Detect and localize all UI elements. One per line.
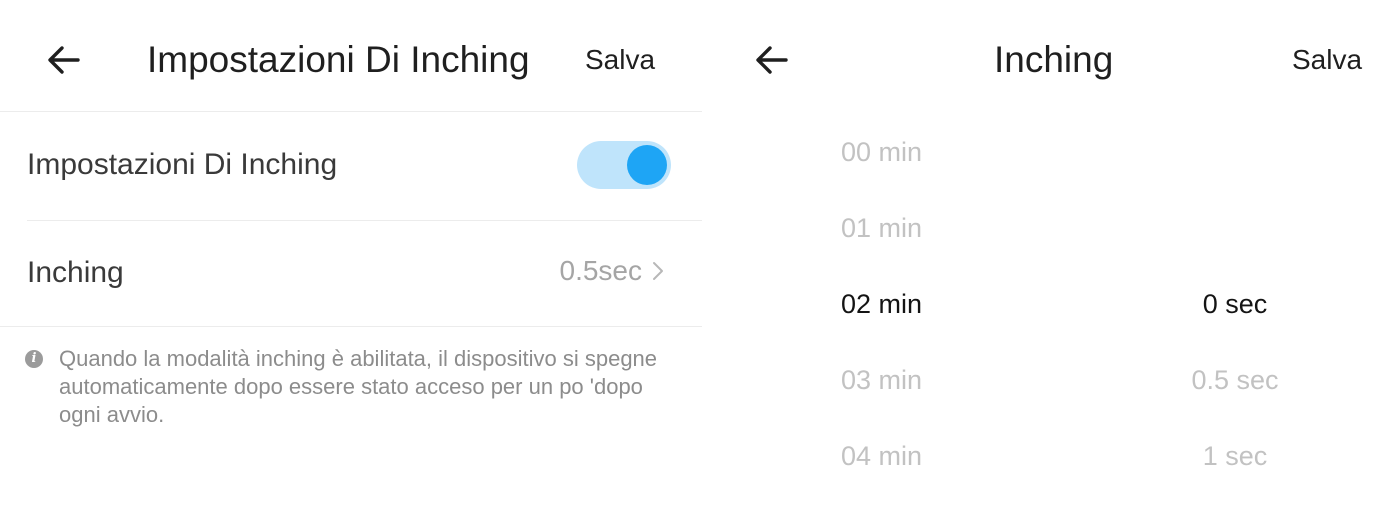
page-title: Inching — [994, 39, 1114, 80]
toggle-knob — [627, 145, 667, 185]
seconds-option[interactable]: 1 sec — [1145, 441, 1325, 472]
inching-settings-screen: Impostazioni Di Inching Salva Impostazio… — [0, 0, 702, 518]
header-divider — [0, 111, 702, 112]
inching-time-picker-screen: Inching Salva 00 min 01 min 02 min 03 mi… — [702, 0, 1400, 518]
inching-toggle-switch[interactable] — [577, 141, 671, 189]
chevron-right-icon — [652, 260, 664, 282]
inching-row-label: Inching — [27, 256, 124, 289]
back-arrow-icon[interactable] — [44, 40, 84, 80]
minutes-option[interactable]: 01 min — [841, 213, 922, 244]
back-arrow-icon[interactable] — [752, 40, 792, 80]
seconds-option-selected[interactable]: 0 sec — [1145, 289, 1325, 320]
seconds-option[interactable]: 0.5 sec — [1145, 365, 1325, 396]
inching-duration-row[interactable]: 0.5sec — [560, 255, 665, 287]
minutes-option[interactable]: 04 min — [841, 441, 922, 472]
save-button[interactable]: Salva — [585, 30, 655, 90]
minutes-option[interactable]: 03 min — [841, 365, 922, 396]
save-button[interactable]: Salva — [1292, 30, 1362, 90]
info-icon: i — [25, 350, 43, 368]
minutes-option-selected[interactable]: 02 min — [841, 289, 922, 320]
row-divider — [27, 220, 702, 221]
inching-toggle-label: Impostazioni Di Inching — [27, 148, 338, 181]
page-title: Impostazioni Di Inching — [147, 39, 530, 80]
minutes-option[interactable]: 00 min — [841, 137, 922, 168]
info-description: Quando la modalità inching è abilitata, … — [59, 346, 658, 427]
row-divider — [0, 326, 702, 327]
inching-duration-value: 0.5sec — [559, 255, 643, 286]
